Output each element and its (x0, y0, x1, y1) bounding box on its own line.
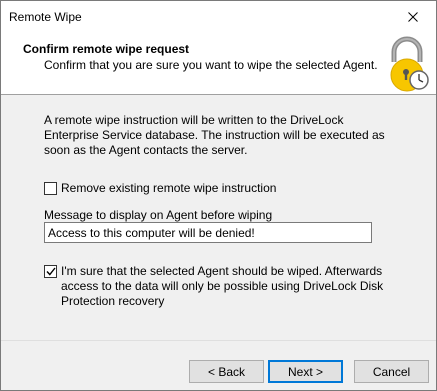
header-title: Confirm remote wipe request (23, 42, 190, 56)
wizard-footer: < Back Next > Cancel (1, 340, 436, 390)
close-button[interactable] (390, 1, 436, 32)
back-button[interactable]: < Back (189, 360, 264, 383)
title-bar: Remote Wipe (1, 1, 436, 32)
message-input[interactable] (44, 222, 372, 243)
remote-wipe-dialog: Remote Wipe Confirm remote wipe request … (0, 0, 437, 391)
remove-existing-label[interactable]: Remove existing remote wipe instruction (61, 181, 276, 196)
description-text: A remote wipe instruction will be writte… (44, 113, 385, 157)
remove-existing-checkbox[interactable] (44, 182, 57, 195)
lock-clock-icon (390, 36, 429, 92)
remove-existing-row[interactable]: Remove existing remote wipe instruction (44, 181, 276, 196)
confirm-label[interactable]: I'm sure that the selected Agent should … (61, 264, 394, 309)
header-subtitle: Confirm that you are sure you want to wi… (44, 58, 378, 72)
next-button[interactable]: Next > (268, 360, 343, 383)
window-title: Remote Wipe (9, 10, 82, 24)
confirm-row[interactable]: I'm sure that the selected Agent should … (44, 264, 394, 309)
confirm-checkbox[interactable] (44, 265, 57, 278)
message-label: Message to display on Agent before wipin… (44, 208, 273, 222)
wizard-body: A remote wipe instruction will be writte… (1, 95, 436, 340)
wizard-header: Confirm remote wipe request Confirm that… (1, 32, 436, 95)
checkmark-icon (45, 267, 56, 276)
cancel-button[interactable]: Cancel (354, 360, 429, 383)
close-icon (408, 11, 418, 22)
